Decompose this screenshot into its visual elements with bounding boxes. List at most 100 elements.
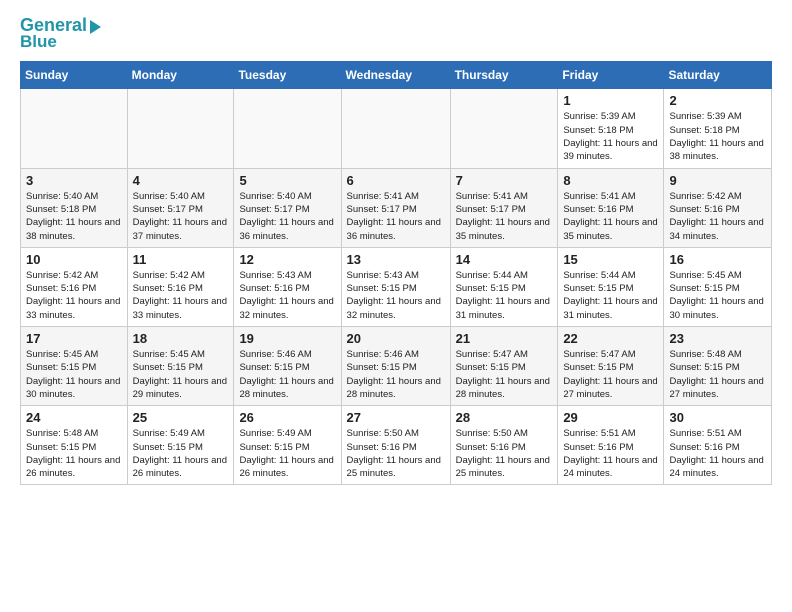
day-number: 16 xyxy=(669,252,766,267)
calendar-cell: 6Sunrise: 5:41 AM Sunset: 5:17 PM Daylig… xyxy=(341,168,450,247)
day-info: Sunrise: 5:43 AM Sunset: 5:15 PM Dayligh… xyxy=(347,269,445,322)
calendar-cell: 2 Sunrise: 5:39 AM Sunset: 5:18 PM Daylig… xyxy=(664,89,772,168)
day-number: 1 xyxy=(563,93,658,108)
day-number: 27 xyxy=(347,410,445,425)
calendar-cell: 9Sunrise: 5:42 AM Sunset: 5:16 PM Daylig… xyxy=(664,168,772,247)
day-number: 15 xyxy=(563,252,658,267)
day-info: Sunrise: 5:42 AM Sunset: 5:16 PM Dayligh… xyxy=(669,190,766,243)
weekday-header-thursday: Thursday xyxy=(450,62,558,89)
calendar-cell: 25 Sunrise: 5:49 AM Sunset: 5:15 PM Dayli… xyxy=(127,406,234,485)
day-info: Sunrise: 5:46 AM Sunset: 5:15 PM Dayligh… xyxy=(239,348,335,401)
day-number: 29 xyxy=(563,410,658,425)
calendar-week-2: 3 Sunrise: 5:40 AM Sunset: 5:18 PM Daylig… xyxy=(21,168,772,247)
day-info: Sunrise: 5:40 AM Sunset: 5:17 PM Dayligh… xyxy=(239,190,335,243)
day-info: Sunrise: 5:42 AM Sunset: 5:16 PM Dayligh… xyxy=(133,269,229,322)
day-number: 28 xyxy=(456,410,553,425)
day-info: Sunrise: 5:51 AM Sunset: 5:16 PM Dayligh… xyxy=(563,427,658,480)
day-number: 14 xyxy=(456,252,553,267)
calendar-cell: 5 Sunrise: 5:40 AM Sunset: 5:17 PM Daylig… xyxy=(234,168,341,247)
day-number: 17 xyxy=(26,331,122,346)
calendar-cell: 23 Sunrise: 5:48 AM Sunset: 5:15 PM Dayli… xyxy=(664,327,772,406)
calendar-cell: 8 Sunrise: 5:41 AM Sunset: 5:16 PM Daylig… xyxy=(558,168,664,247)
day-number: 10 xyxy=(26,252,122,267)
day-number: 3 xyxy=(26,173,122,188)
calendar-week-5: 24 Sunrise: 5:48 AM Sunset: 5:15 PM Dayli… xyxy=(21,406,772,485)
day-number: 8 xyxy=(563,173,658,188)
weekday-header-sunday: Sunday xyxy=(21,62,128,89)
calendar-week-3: 10 Sunrise: 5:42 AM Sunset: 5:16 PM Dayli… xyxy=(21,247,772,326)
day-number: 20 xyxy=(347,331,445,346)
day-info: Sunrise: 5:39 AM Sunset: 5:18 PM Dayligh… xyxy=(563,110,658,163)
calendar-cell: 22 Sunrise: 5:47 AM Sunset: 5:15 PM Dayli… xyxy=(558,327,664,406)
day-info: Sunrise: 5:45 AM Sunset: 5:15 PM Dayligh… xyxy=(669,269,766,322)
weekday-header-friday: Friday xyxy=(558,62,664,89)
calendar-cell: 24 Sunrise: 5:48 AM Sunset: 5:15 PM Dayli… xyxy=(21,406,128,485)
weekday-header-wednesday: Wednesday xyxy=(341,62,450,89)
day-info: Sunrise: 5:49 AM Sunset: 5:15 PM Dayligh… xyxy=(133,427,229,480)
day-info: Sunrise: 5:40 AM Sunset: 5:17 PM Dayligh… xyxy=(133,190,229,243)
day-number: 19 xyxy=(239,331,335,346)
calendar-cell: 13 Sunrise: 5:43 AM Sunset: 5:15 PM Dayli… xyxy=(341,247,450,326)
day-info: Sunrise: 5:40 AM Sunset: 5:18 PM Dayligh… xyxy=(26,190,122,243)
day-number: 18 xyxy=(133,331,229,346)
calendar-cell: 3 Sunrise: 5:40 AM Sunset: 5:18 PM Daylig… xyxy=(21,168,128,247)
day-info: Sunrise: 5:42 AM Sunset: 5:16 PM Dayligh… xyxy=(26,269,122,322)
calendar-cell: 16 Sunrise: 5:45 AM Sunset: 5:15 PM Dayli… xyxy=(664,247,772,326)
day-number: 7 xyxy=(456,173,553,188)
logo-text-line2: Blue xyxy=(20,33,57,52)
day-number: 23 xyxy=(669,331,766,346)
day-number: 4 xyxy=(133,173,229,188)
calendar-cell: 10 Sunrise: 5:42 AM Sunset: 5:16 PM Dayli… xyxy=(21,247,128,326)
weekday-header-tuesday: Tuesday xyxy=(234,62,341,89)
day-info: Sunrise: 5:45 AM Sunset: 5:15 PM Dayligh… xyxy=(133,348,229,401)
header: General Blue xyxy=(20,16,772,51)
calendar-header-row: SundayMondayTuesdayWednesdayThursdayFrid… xyxy=(21,62,772,89)
day-info: Sunrise: 5:51 AM Sunset: 5:16 PM Dayligh… xyxy=(669,427,766,480)
weekday-header-saturday: Saturday xyxy=(664,62,772,89)
calendar-cell: 29 Sunrise: 5:51 AM Sunset: 5:16 PM Dayli… xyxy=(558,406,664,485)
day-number: 22 xyxy=(563,331,658,346)
calendar-cell: 11 Sunrise: 5:42 AM Sunset: 5:16 PM Dayli… xyxy=(127,247,234,326)
day-number: 6 xyxy=(347,173,445,188)
day-info: Sunrise: 5:50 AM Sunset: 5:16 PM Dayligh… xyxy=(456,427,553,480)
calendar-table: SundayMondayTuesdayWednesdayThursdayFrid… xyxy=(20,61,772,485)
calendar-cell: 4 Sunrise: 5:40 AM Sunset: 5:17 PM Daylig… xyxy=(127,168,234,247)
calendar-cell xyxy=(127,89,234,168)
day-info: Sunrise: 5:48 AM Sunset: 5:15 PM Dayligh… xyxy=(26,427,122,480)
calendar-cell: 12Sunrise: 5:43 AM Sunset: 5:16 PM Dayli… xyxy=(234,247,341,326)
day-number: 13 xyxy=(347,252,445,267)
calendar-cell: 17 Sunrise: 5:45 AM Sunset: 5:15 PM Dayli… xyxy=(21,327,128,406)
day-number: 2 xyxy=(669,93,766,108)
calendar-cell: 15 Sunrise: 5:44 AM Sunset: 5:15 PM Dayli… xyxy=(558,247,664,326)
day-number: 11 xyxy=(133,252,229,267)
day-info: Sunrise: 5:47 AM Sunset: 5:15 PM Dayligh… xyxy=(563,348,658,401)
calendar-cell: 18 Sunrise: 5:45 AM Sunset: 5:15 PM Dayli… xyxy=(127,327,234,406)
calendar-cell: 14Sunrise: 5:44 AM Sunset: 5:15 PM Dayli… xyxy=(450,247,558,326)
day-info: Sunrise: 5:44 AM Sunset: 5:15 PM Dayligh… xyxy=(563,269,658,322)
day-number: 21 xyxy=(456,331,553,346)
calendar-cell: 19 Sunrise: 5:46 AM Sunset: 5:15 PM Dayli… xyxy=(234,327,341,406)
logo: General Blue xyxy=(20,16,101,51)
weekday-header-monday: Monday xyxy=(127,62,234,89)
day-number: 25 xyxy=(133,410,229,425)
calendar-cell xyxy=(234,89,341,168)
day-number: 24 xyxy=(26,410,122,425)
day-number: 5 xyxy=(239,173,335,188)
calendar-cell: 21Sunrise: 5:47 AM Sunset: 5:15 PM Dayli… xyxy=(450,327,558,406)
day-number: 30 xyxy=(669,410,766,425)
calendar-cell: 20Sunrise: 5:46 AM Sunset: 5:15 PM Dayli… xyxy=(341,327,450,406)
day-info: Sunrise: 5:48 AM Sunset: 5:15 PM Dayligh… xyxy=(669,348,766,401)
day-info: Sunrise: 5:49 AM Sunset: 5:15 PM Dayligh… xyxy=(239,427,335,480)
day-info: Sunrise: 5:39 AM Sunset: 5:18 PM Dayligh… xyxy=(669,110,766,163)
day-info: Sunrise: 5:45 AM Sunset: 5:15 PM Dayligh… xyxy=(26,348,122,401)
calendar-cell: 1 Sunrise: 5:39 AM Sunset: 5:18 PM Daylig… xyxy=(558,89,664,168)
day-info: Sunrise: 5:41 AM Sunset: 5:16 PM Dayligh… xyxy=(563,190,658,243)
calendar-cell xyxy=(21,89,128,168)
calendar-cell: 7 Sunrise: 5:41 AM Sunset: 5:17 PM Daylig… xyxy=(450,168,558,247)
calendar-cell xyxy=(341,89,450,168)
calendar-cell: 28 Sunrise: 5:50 AM Sunset: 5:16 PM Dayli… xyxy=(450,406,558,485)
day-info: Sunrise: 5:41 AM Sunset: 5:17 PM Dayligh… xyxy=(456,190,553,243)
calendar-week-4: 17 Sunrise: 5:45 AM Sunset: 5:15 PM Dayli… xyxy=(21,327,772,406)
page: General Blue SundayMondayTuesdayWednesda… xyxy=(0,0,792,501)
calendar-cell xyxy=(450,89,558,168)
